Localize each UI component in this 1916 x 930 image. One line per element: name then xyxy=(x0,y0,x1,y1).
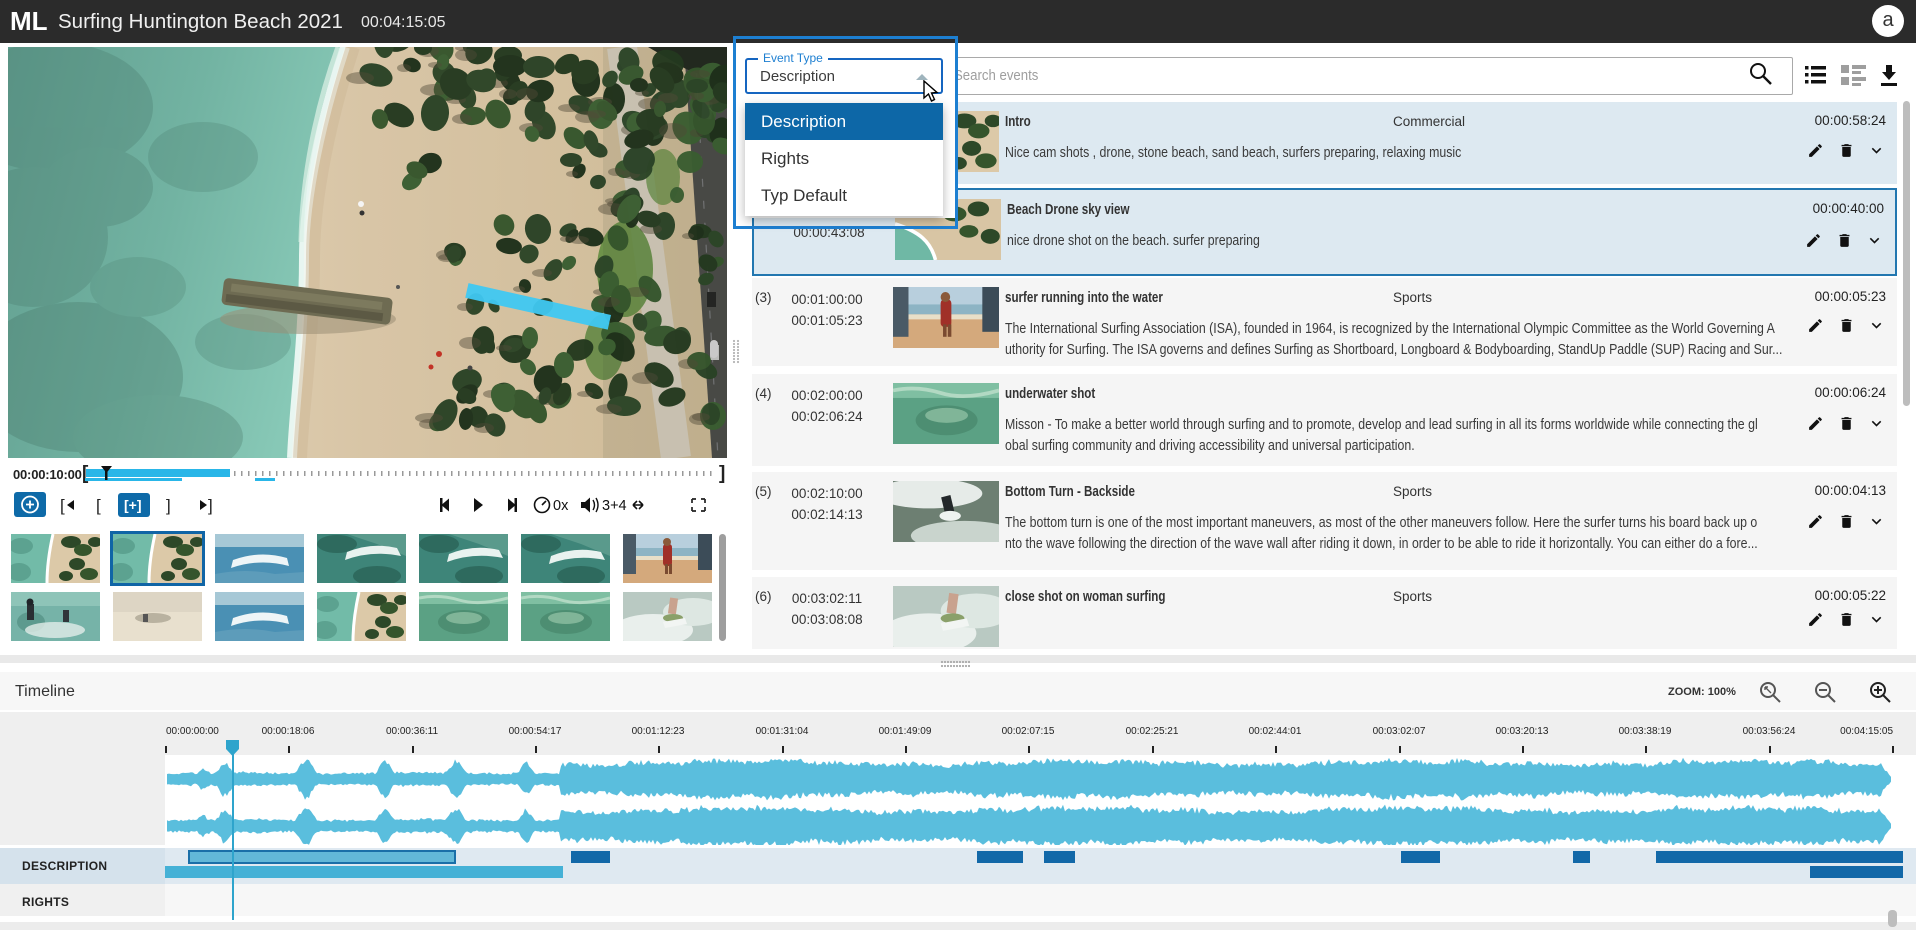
svg-text:3+4: 3+4 xyxy=(602,498,627,514)
svg-text:]: ] xyxy=(719,463,725,484)
svg-text:[: [ xyxy=(60,496,65,515)
svg-text:]: ] xyxy=(208,496,213,515)
svg-text:[+]: [+] xyxy=(124,497,142,513)
svg-text:0x: 0x xyxy=(553,498,569,514)
svg-text:]: ] xyxy=(166,496,171,515)
svg-text:[: [ xyxy=(96,496,101,515)
